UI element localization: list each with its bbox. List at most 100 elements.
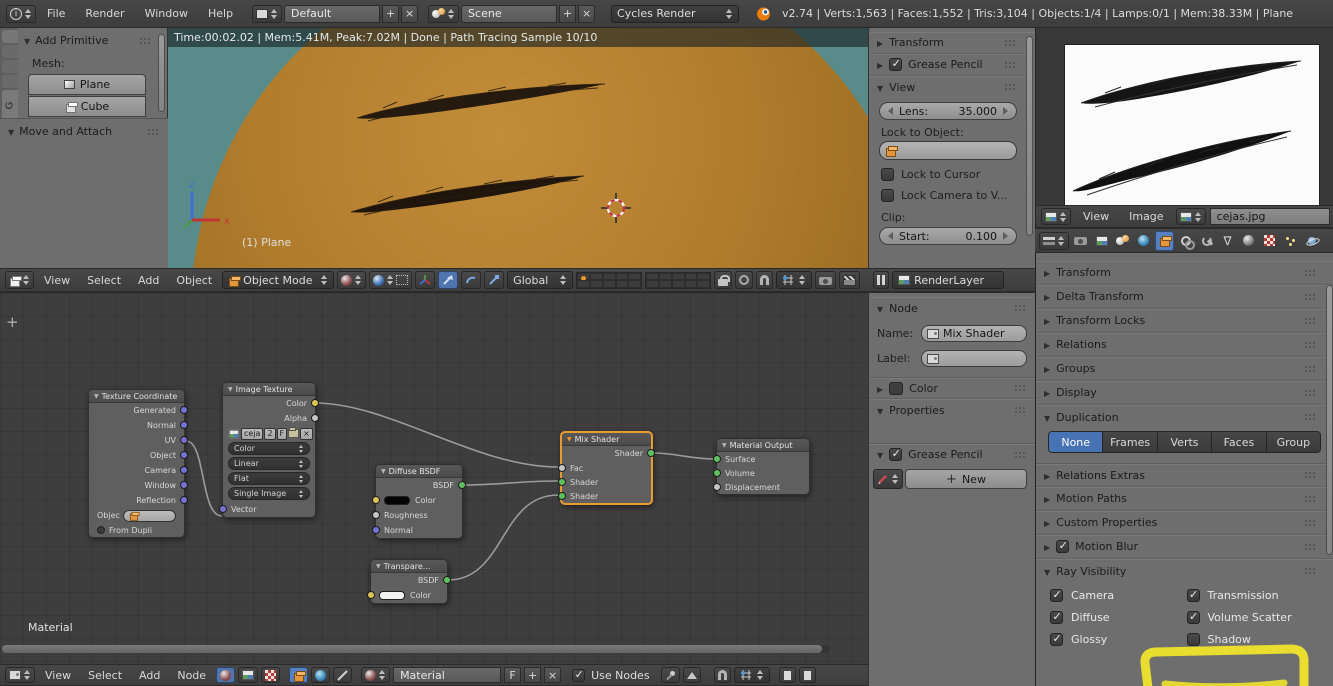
editor-type-button-image[interactable] — [1041, 208, 1071, 225]
duplication-verts-button[interactable]: Verts — [1158, 432, 1212, 452]
shelf-tab-active[interactable]: G — [2, 90, 18, 120]
texture-tree-button[interactable] — [261, 667, 280, 683]
fake-user-button[interactable]: F — [277, 428, 288, 440]
world-shader-button[interactable] — [311, 667, 330, 683]
slider-right-icon[interactable] — [1003, 107, 1008, 115]
add-material-button[interactable]: + — [524, 667, 541, 683]
shelf-tab[interactable] — [2, 60, 18, 73]
ray-camera-checkbox[interactable] — [1050, 589, 1063, 602]
screen-layout-field[interactable]: Default — [284, 5, 380, 23]
props-tab-constraints-icon[interactable] — [1176, 231, 1195, 251]
ray-transmission-row[interactable]: Transmission — [1187, 589, 1324, 602]
lock-object-field[interactable] — [879, 141, 1017, 160]
node-material-output[interactable]: ▼Material Output Surface Volume Displace… — [716, 438, 810, 495]
panel-delta-transform[interactable]: Delta Transform — [1036, 285, 1333, 309]
ray-diffuse-checkbox[interactable] — [1050, 611, 1063, 624]
socket-reflection[interactable] — [180, 496, 188, 504]
panel-grip[interactable] — [1304, 413, 1317, 421]
panel-grip[interactable] — [1304, 341, 1317, 349]
menu-file[interactable]: File — [38, 7, 74, 20]
from-dupli-toggle[interactable] — [97, 526, 105, 534]
menu-image[interactable]: Image — [1121, 210, 1171, 223]
socket-bsdf-out[interactable] — [458, 481, 466, 489]
lens-slider[interactable]: Lens: 35.000 — [879, 102, 1017, 120]
copy-nodes-button[interactable] — [779, 667, 796, 683]
scene-field[interactable]: Scene — [461, 5, 557, 23]
socket-color-in[interactable] — [367, 591, 375, 599]
socket-roughness-in[interactable] — [372, 511, 380, 519]
node-color-swatch[interactable] — [889, 382, 903, 395]
socket-normal-in[interactable] — [372, 526, 380, 534]
panel-grip[interactable] — [1304, 365, 1317, 373]
socket-displacement-in[interactable] — [713, 483, 721, 491]
use-nodes-checkbox[interactable] — [572, 669, 585, 682]
viewport-3d[interactable]: Time:00:02.02 | Mem:5.41M, Peak:7.02M | … — [168, 28, 868, 268]
source-dropdown[interactable]: Single Image — [228, 487, 310, 500]
props-tab-scene-icon[interactable] — [1113, 231, 1132, 251]
pause-render-button[interactable] — [873, 271, 889, 289]
fake-user-button[interactable]: F — [504, 667, 521, 683]
clip-start-slider[interactable]: Start: 0.100 — [879, 227, 1017, 245]
slider-left-icon[interactable] — [888, 107, 893, 115]
grease-pencil-panel-header[interactable]: Grease Pencil — [869, 443, 1035, 465]
proportional-edit-button[interactable] — [735, 271, 753, 289]
panel-grip[interactable] — [1304, 543, 1317, 551]
lock-cursor-checkbox[interactable] — [881, 168, 894, 181]
snap-toggle-button[interactable] — [756, 271, 773, 289]
color-space-dropdown[interactable]: Color — [228, 442, 310, 455]
layers-grid-2[interactable] — [645, 272, 711, 289]
node-texture-coordinate[interactable]: ▼Texture Coordinate Generated Normal UV … — [88, 389, 185, 538]
ray-diffuse-row[interactable]: Diffuse — [1050, 611, 1187, 624]
grease-pencil-new-button[interactable]: + New — [905, 469, 1027, 489]
image-datablock-icon-button[interactable] — [1176, 208, 1206, 225]
projection-dropdown[interactable]: Flat — [228, 472, 310, 485]
ray-volume-scatter-row[interactable]: Volume Scatter — [1187, 611, 1324, 624]
material-datablock-icon-button[interactable] — [361, 667, 390, 683]
snap-element-dropdown[interactable] — [776, 271, 812, 289]
image-name-field[interactable]: cejas.jpg — [1210, 208, 1330, 225]
socket-bsdf-out[interactable] — [443, 576, 451, 584]
lock-to-scene-button[interactable] — [714, 271, 732, 289]
socket-camera[interactable] — [180, 466, 188, 474]
pivot-dropdown[interactable] — [369, 271, 412, 289]
scene-icon-button[interactable] — [428, 5, 459, 23]
manipulator-axis-button[interactable] — [415, 271, 435, 289]
panel-groups[interactable]: Groups — [1036, 357, 1333, 381]
toolshelf-expand-plus[interactable]: + — [6, 313, 19, 331]
panel-grip[interactable] — [1014, 304, 1027, 312]
panel-grip[interactable] — [1304, 519, 1317, 527]
panel-duplication[interactable]: Duplication — [1036, 405, 1333, 429]
add-cube-button[interactable]: Cube — [28, 96, 146, 117]
manipulator-scale-button[interactable] — [484, 271, 504, 289]
snap-element-dropdown[interactable] — [734, 667, 770, 683]
shader-tree-button[interactable] — [216, 667, 235, 683]
socket-fac-in[interactable] — [558, 464, 566, 472]
socket-shader1-in[interactable] — [558, 478, 566, 486]
paste-nodes-button[interactable] — [799, 667, 816, 683]
menu-view[interactable]: View — [38, 669, 78, 682]
duplication-faces-button[interactable]: Faces — [1212, 432, 1266, 452]
panel-motion-blur[interactable]: Motion Blur — [1036, 535, 1333, 559]
screen-layout-icon-button[interactable] — [252, 5, 282, 23]
menu-node[interactable]: Node — [170, 669, 213, 682]
node-image-texture[interactable]: ▼Image Texture Color Alpha ceja 2 F × Co… — [222, 382, 316, 518]
socket-color-out[interactable] — [311, 399, 319, 407]
props-tab-particles-icon[interactable] — [1281, 231, 1300, 251]
object-picker-field[interactable] — [123, 510, 176, 522]
props-tab-modifiers-icon[interactable] — [1197, 231, 1216, 251]
shelf-tab[interactable] — [2, 30, 18, 43]
socket-normal[interactable] — [180, 421, 188, 429]
render-layer-dropdown[interactable]: RenderLayer — [892, 271, 1004, 289]
menu-add[interactable]: Add — [131, 274, 166, 287]
add-plane-button[interactable]: Plane — [28, 74, 146, 95]
h-scrollbar-track[interactable] — [2, 645, 830, 653]
socket-window[interactable] — [180, 481, 188, 489]
image-users-button[interactable]: 2 — [264, 428, 275, 440]
node-diffuse-bsdf[interactable]: ▼Diffuse BSDF BSDF Color Roughness Norma… — [375, 464, 463, 539]
props-tab-object-icon[interactable] — [1155, 231, 1174, 251]
ray-shadow-checkbox[interactable] — [1187, 633, 1200, 646]
manipulator-rotate-button[interactable] — [461, 271, 481, 289]
menu-select[interactable]: Select — [80, 274, 128, 287]
panel-grip[interactable] — [1014, 384, 1027, 392]
shelf-tab[interactable] — [2, 45, 18, 58]
